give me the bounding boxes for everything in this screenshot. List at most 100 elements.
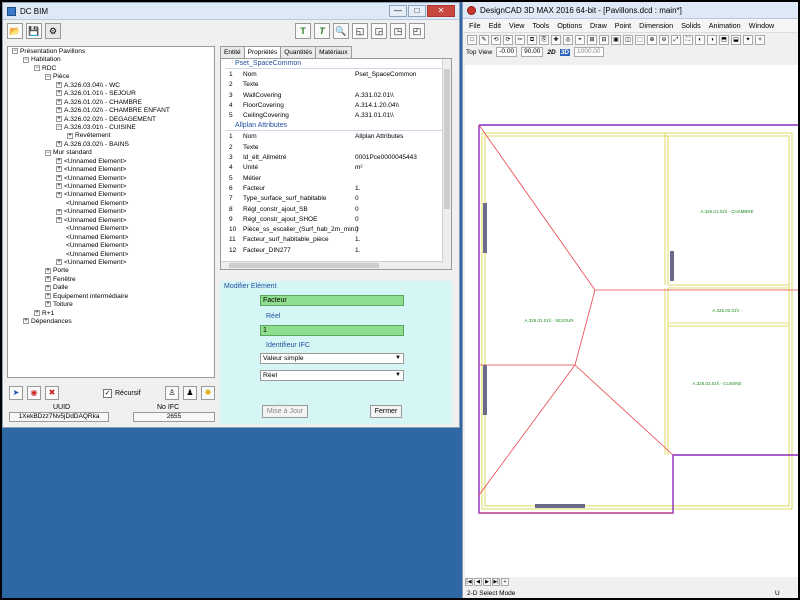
cad-tool-icon[interactable]: ◫ [623, 34, 633, 45]
cad-tool-icon[interactable]: ⬚ [635, 34, 645, 45]
collapse-icon[interactable]: − [45, 149, 51, 156]
settings-icon[interactable]: ⚙ [45, 23, 61, 39]
menu-animation[interactable]: Animation [705, 21, 745, 30]
cube-view-3-icon[interactable]: ◳ [390, 23, 406, 39]
expand-icon[interactable]: + [56, 157, 62, 164]
select-arrow-icon[interactable]: ➤ [9, 386, 23, 400]
expand-icon[interactable]: + [56, 191, 62, 198]
menu-tools[interactable]: Tools [528, 21, 553, 30]
property-row[interactable]: 9 Régl_constr_ajout_SHOE 0 [221, 215, 451, 225]
expand-icon[interactable]: + [56, 107, 62, 114]
cad-tool-icon[interactable]: ✧ [755, 34, 765, 45]
property-row[interactable]: 2 Texte [221, 80, 451, 90]
expand-icon[interactable]: + [56, 98, 62, 105]
close-button[interactable]: ✕ [427, 5, 455, 17]
tree-item[interactable]: − A.326.03.01\\ - CUISINE [8, 124, 214, 132]
menu-edit[interactable]: Edit [485, 21, 505, 30]
properties-panel[interactable]: Pset_SpaceCommon 1 Nom Pset_SpaceCommon 2 Tex… [220, 58, 452, 270]
property-row[interactable]: 11 Facteur_surf_habitable_pièce 1. [221, 235, 451, 245]
expand-icon[interactable]: + [34, 309, 40, 316]
collapse-icon[interactable]: − [12, 48, 18, 55]
person-icon[interactable]: ♙ [165, 386, 179, 400]
tree-item[interactable]: + R+1 [8, 310, 214, 318]
property-row[interactable]: 2 Texte [221, 143, 451, 153]
tree-item[interactable]: + <Unnamed Element> [8, 166, 214, 174]
menu-window[interactable]: Window [745, 21, 779, 30]
cad-tool-icon[interactable]: ⊕ [647, 34, 657, 45]
tree-item[interactable]: <Unnamed Element> [8, 242, 214, 250]
tree-item[interactable]: + A.326.02.02\\ - DEGAGEMENT [8, 116, 214, 124]
tree-item[interactable]: + A.326.01.02\\ - CHAMBRE ENFANT [8, 107, 214, 115]
property-row[interactable]: 1 Nom Pset_SpaceCommon [221, 70, 451, 80]
menu-view[interactable]: View [505, 21, 528, 30]
first-page-icon[interactable]: |◀ [465, 578, 473, 586]
save-icon[interactable]: 💾 [26, 23, 42, 39]
property-row[interactable]: 5 Métier [221, 174, 451, 184]
tab-2[interactable]: Quantités [280, 46, 317, 58]
property-row[interactable]: 4 Unité m² [221, 163, 451, 173]
person-x-icon[interactable]: ♟ [183, 386, 197, 400]
recursive-checkbox[interactable]: ✓ Récursif [103, 388, 141, 398]
cad-tool-icon[interactable]: ✎ [479, 34, 489, 45]
tree-item[interactable]: − RDC [8, 65, 214, 73]
cube-view-4-icon[interactable]: ◰ [409, 23, 425, 39]
tree-item[interactable]: + Fenêtre [8, 276, 214, 284]
tree-item[interactable]: − Présentation Pavillons [8, 48, 214, 56]
cad-tool-icon[interactable]: ◑ [707, 34, 717, 45]
cad-tool-icon[interactable]: ⤢ [671, 34, 681, 45]
last-page-icon[interactable]: ▶| [492, 578, 500, 586]
view-2d-button[interactable]: 2D [547, 49, 555, 56]
cad-tool-icon[interactable]: ⬓ [731, 34, 741, 45]
tree-item[interactable]: + Toiture [8, 301, 214, 309]
tree-item[interactable]: + <Unnamed Element> [8, 158, 214, 166]
element-name-field[interactable]: Facteur [260, 295, 404, 306]
collapse-icon[interactable]: − [45, 73, 51, 80]
tree-item[interactable]: + <Unnamed Element> [8, 208, 214, 216]
tree-item[interactable]: + A.326.01.01\\ - SEJOUR [8, 90, 214, 98]
view-3d-button[interactable]: 3D [559, 48, 570, 56]
tree-item[interactable]: + A.326.03.04\\ - WC [8, 82, 214, 90]
coord-field-3[interactable]: 1000.00 [574, 47, 604, 57]
maximize-button[interactable]: □ [408, 5, 426, 17]
expand-icon[interactable]: + [45, 301, 51, 308]
collapse-icon[interactable]: − [56, 124, 62, 131]
expand-icon[interactable]: + [56, 174, 62, 181]
view-selector[interactable]: Top View [466, 49, 492, 56]
property-row[interactable]: 1 Nom Allplan Attributes [221, 132, 451, 142]
target-icon[interactable]: ◉ [27, 386, 41, 400]
tab-0[interactable]: Entité [220, 46, 245, 58]
menu-options[interactable]: Options [553, 21, 586, 30]
recursive-checkbox-box[interactable]: ✓ [103, 388, 112, 398]
cad-tool-icon[interactable]: □ [467, 34, 477, 45]
lightbulb-icon[interactable]: ✺ [201, 386, 215, 400]
properties-vscrollbar[interactable] [442, 59, 451, 269]
reel-value-field[interactable]: 1 [260, 325, 404, 336]
cad-tool-icon[interactable]: ⊞ [587, 34, 597, 45]
cad-tool-icon[interactable]: ✦ [743, 34, 753, 45]
tab-3[interactable]: Matériaux [315, 46, 352, 58]
menu-draw[interactable]: Draw [586, 21, 611, 30]
cad-tool-icon[interactable]: ⧉ [527, 34, 537, 45]
expand-icon[interactable]: + [56, 166, 62, 173]
property-row[interactable]: 8 Régl_constr_ajout_SB 0 [221, 205, 451, 215]
tree-item[interactable]: + Porte [8, 267, 214, 275]
open-folder-icon[interactable]: 📂 [7, 23, 23, 39]
cad-tool-icon[interactable]: ⛶ [683, 34, 693, 45]
expand-icon[interactable]: + [67, 132, 73, 139]
deselect-icon[interactable]: ✖ [45, 386, 59, 400]
cad-tool-icon[interactable]: ⌖ [575, 34, 585, 45]
tree-item[interactable]: + <Unnamed Element> [8, 217, 214, 225]
property-row[interactable]: 10 Pièce_ss_escalier_(Surf_hab_2m_min.) 0 [221, 225, 451, 235]
property-row[interactable]: 5 CeilingCovering A.331.01.01\\ [221, 111, 451, 121]
text-edit-icon[interactable]: T [314, 23, 330, 39]
data-type-select[interactable]: Réel ▼ [260, 370, 404, 381]
search-icon[interactable]: 🔍 [333, 23, 349, 39]
expand-icon[interactable]: + [45, 267, 51, 274]
tree-item[interactable]: − Pièce [8, 73, 214, 81]
tree-item[interactable]: + Dalle [8, 284, 214, 292]
collapse-icon[interactable]: − [34, 65, 40, 72]
cad-tool-icon[interactable]: ◎ [563, 34, 573, 45]
tree-item[interactable]: <Unnamed Element> [8, 200, 214, 208]
tree-item[interactable]: + Revêtement [8, 132, 214, 140]
menu-point[interactable]: Point [611, 21, 635, 30]
